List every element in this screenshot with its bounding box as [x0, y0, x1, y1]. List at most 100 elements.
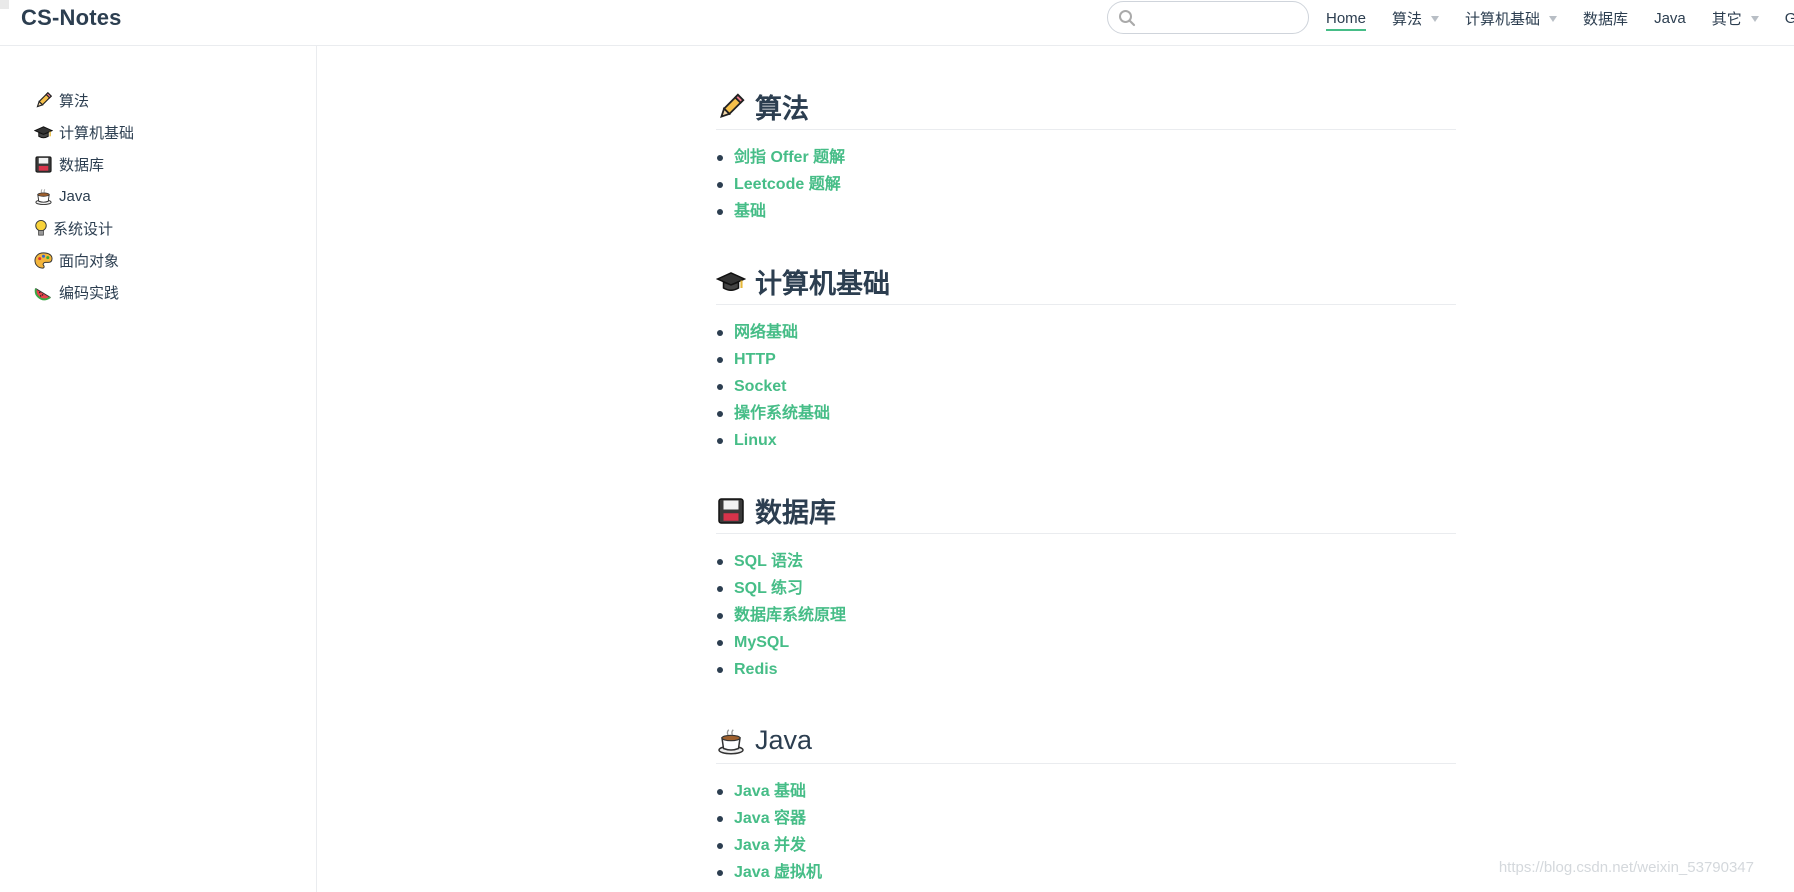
- sidebar-item-database[interactable]: 数据库: [34, 148, 134, 180]
- pencil-icon: [716, 92, 746, 122]
- sidebar-item-label: 系统设计: [53, 220, 114, 238]
- nav-item-algorithms[interactable]: 算法: [1392, 3, 1440, 33]
- doc-link[interactable]: Java 基础: [734, 783, 806, 800]
- section-cs-basics: 计算机基础 网络基础 HTTP Socket 操作系统基础 Linux: [716, 261, 1456, 454]
- nav-links: Home 算法 计算机基础 数据库 Java 其它 Github: [1326, 0, 1794, 36]
- nav-item-database[interactable]: 数据库: [1583, 3, 1628, 33]
- watermark: https://blog.csdn.net/weixin_53790347: [1498, 859, 1754, 876]
- list-item: 基础: [716, 198, 1456, 225]
- link-list: SQL 语法 SQL 练习 数据库系统原理 MySQL Redis: [716, 548, 1456, 683]
- sidebar-item-label: 算法: [59, 92, 90, 110]
- chevron-down-icon: [1549, 16, 1558, 22]
- doc-link[interactable]: Socket: [734, 378, 786, 395]
- nav-item-label: 计算机基础: [1465, 10, 1541, 28]
- nav-item-github[interactable]: Github: [1785, 3, 1794, 33]
- search-input[interactable]: [1142, 6, 1302, 30]
- nav-item-label: Home: [1326, 9, 1367, 27]
- search-icon: [1118, 9, 1136, 27]
- list-item: Java 基础: [716, 778, 1456, 805]
- sidebar: 算法 计算机基础 数据库 Java 系统设计 面向对象 编码实践: [0, 46, 317, 892]
- doc-link[interactable]: SQL 语法: [734, 553, 803, 570]
- search-box[interactable]: [1107, 1, 1309, 34]
- nav-item-label: 算法: [1392, 10, 1423, 28]
- doc-link[interactable]: 操作系统基础: [734, 405, 830, 422]
- section-heading: 算法: [716, 86, 1456, 130]
- doc-link[interactable]: Redis: [734, 661, 778, 678]
- doc-link[interactable]: Linux: [734, 432, 777, 449]
- link-list: Java 基础 Java 容器 Java 并发 Java 虚拟机: [716, 778, 1456, 886]
- sidebar-item-algorithms[interactable]: 算法: [34, 84, 134, 116]
- corner-mark: [0, 0, 9, 9]
- list-item: Redis: [716, 656, 1456, 683]
- list-item: Java 容器: [716, 805, 1456, 832]
- list-item: 网络基础: [716, 319, 1456, 346]
- list-item: 数据库系统原理: [716, 602, 1456, 629]
- doc-link[interactable]: 网络基础: [734, 324, 798, 341]
- nav-item-cs-basics[interactable]: 计算机基础: [1465, 3, 1558, 33]
- list-item: Java 虚拟机: [716, 859, 1456, 886]
- watermelon-icon: [34, 283, 53, 302]
- doc-link[interactable]: 基础: [734, 203, 766, 220]
- sidebar-list: 算法 计算机基础 数据库 Java 系统设计 面向对象 编码实践: [34, 84, 134, 308]
- list-item: 剑指 Offer 题解: [716, 144, 1456, 171]
- nav-item-home[interactable]: Home: [1326, 3, 1367, 33]
- sidebar-item-system-design[interactable]: 系统设计: [34, 212, 134, 244]
- doc-link[interactable]: 数据库系统原理: [734, 607, 846, 624]
- nav-item-java[interactable]: Java: [1654, 3, 1686, 33]
- graduation-cap-icon: [34, 123, 53, 142]
- sidebar-item-java[interactable]: Java: [34, 180, 134, 212]
- nav-item-label: 数据库: [1583, 10, 1629, 28]
- list-item: Java 并发: [716, 832, 1456, 859]
- lightbulb-icon: [34, 219, 48, 238]
- list-item: SQL 语法: [716, 548, 1456, 575]
- section-title: 计算机基础: [755, 269, 890, 299]
- sidebar-item-label: 计算机基础: [59, 124, 135, 142]
- section-title: 数据库: [755, 498, 836, 528]
- link-list: 剑指 Offer 题解 Leetcode 题解 基础: [716, 144, 1456, 225]
- coffee-icon: [716, 726, 746, 756]
- section-java: Java Java 基础 Java 容器 Java 并发 Java 虚拟机: [716, 720, 1456, 886]
- section-database: 数据库 SQL 语法 SQL 练习 数据库系统原理 MySQL Redis: [716, 490, 1456, 683]
- chevron-down-icon: [1431, 16, 1440, 22]
- coffee-icon: [34, 187, 53, 206]
- doc-link[interactable]: Java 并发: [734, 837, 806, 854]
- nav-item-other[interactable]: 其它: [1712, 3, 1759, 33]
- section-title: Java: [755, 725, 813, 755]
- navbar: CS-Notes Home 算法 计算机基础 数据库 Java 其它 G: [0, 0, 1794, 46]
- sidebar-item-cs-basics[interactable]: 计算机基础: [34, 116, 134, 148]
- doc-link[interactable]: HTTP: [734, 351, 776, 368]
- doc-link[interactable]: Leetcode 题解: [734, 176, 841, 193]
- palette-icon: [34, 251, 53, 270]
- list-item: HTTP: [716, 346, 1456, 373]
- doc-link[interactable]: Java 虚拟机: [734, 864, 822, 881]
- list-item: SQL 练习: [716, 575, 1456, 602]
- list-item: Socket: [716, 373, 1456, 400]
- doc-link[interactable]: Java 容器: [734, 810, 806, 827]
- section-heading: 计算机基础: [716, 261, 1456, 305]
- floppy-disk-icon: [716, 496, 746, 526]
- nav-item-label: Github: [1784, 9, 1794, 27]
- section-algorithms: 算法 剑指 Offer 题解 Leetcode 题解 基础: [716, 86, 1456, 225]
- doc-link[interactable]: SQL 练习: [734, 580, 803, 597]
- list-item: Leetcode 题解: [716, 171, 1456, 198]
- doc-link[interactable]: MySQL: [734, 634, 789, 651]
- doc-link[interactable]: 剑指 Offer 题解: [734, 149, 845, 166]
- site-name[interactable]: CS-Notes: [21, 5, 122, 31]
- link-list: 网络基础 HTTP Socket 操作系统基础 Linux: [716, 319, 1456, 454]
- list-item: 操作系统基础: [716, 400, 1456, 427]
- sidebar-item-label: 数据库: [59, 156, 105, 174]
- sidebar-item-label: 编码实践: [59, 284, 120, 302]
- pencil-icon: [34, 91, 53, 110]
- sidebar-item-oop[interactable]: 面向对象: [34, 244, 134, 276]
- sidebar-item-label: Java: [59, 187, 91, 205]
- section-heading: Java: [716, 720, 1456, 764]
- floppy-disk-icon: [34, 155, 53, 174]
- sidebar-item-coding-practice[interactable]: 编码实践: [34, 276, 134, 308]
- section-heading: 数据库: [716, 490, 1456, 534]
- graduation-cap-icon: [716, 267, 746, 297]
- chevron-down-icon: [1750, 16, 1759, 22]
- list-item: MySQL: [716, 629, 1456, 656]
- nav-item-label: 其它: [1711, 10, 1742, 28]
- list-item: Linux: [716, 427, 1456, 454]
- section-title: 算法: [755, 94, 809, 124]
